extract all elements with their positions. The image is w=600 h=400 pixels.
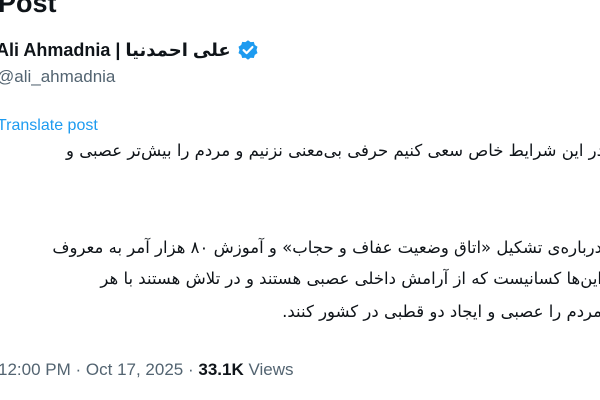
post-text-line: مردم را عصبی و ایجاد دو قطبی در کشور کنن… <box>282 302 600 321</box>
translate-post-link[interactable]: Translate post <box>0 117 98 135</box>
post-text-line: این‌ها کسانیست که از آرامش داخلی عصبی هس… <box>100 269 600 288</box>
meta-separator: · <box>75 360 82 379</box>
views-label: Views <box>248 360 294 379</box>
post-time[interactable]: 12:00 PM <box>0 360 71 379</box>
views-count[interactable]: 33.1K <box>198 360 243 379</box>
post-text-line: در این شرایط خاص سعی کنیم حرفی بی‌معنی ن… <box>65 141 600 160</box>
page-title: Post <box>0 0 57 18</box>
post-meta: 12:00 PM · Oct 17, 2025 · 33.1K Views <box>0 360 294 380</box>
meta-separator: · <box>187 360 194 379</box>
author-name[interactable]: Ali Ahmadnia | علی احمدنیا <box>0 40 231 61</box>
author-row: Ali Ahmadnia | علی احمدنیا <box>0 38 259 62</box>
post-date[interactable]: Oct 17, 2025 <box>86 360 183 379</box>
verified-badge-icon <box>238 39 258 60</box>
post-text-line: درباره‌ی تشکیل «اتاق وضعیت عفاف و حجاب» … <box>52 238 600 257</box>
author-handle[interactable]: @ali_ahmadnia <box>0 67 115 87</box>
